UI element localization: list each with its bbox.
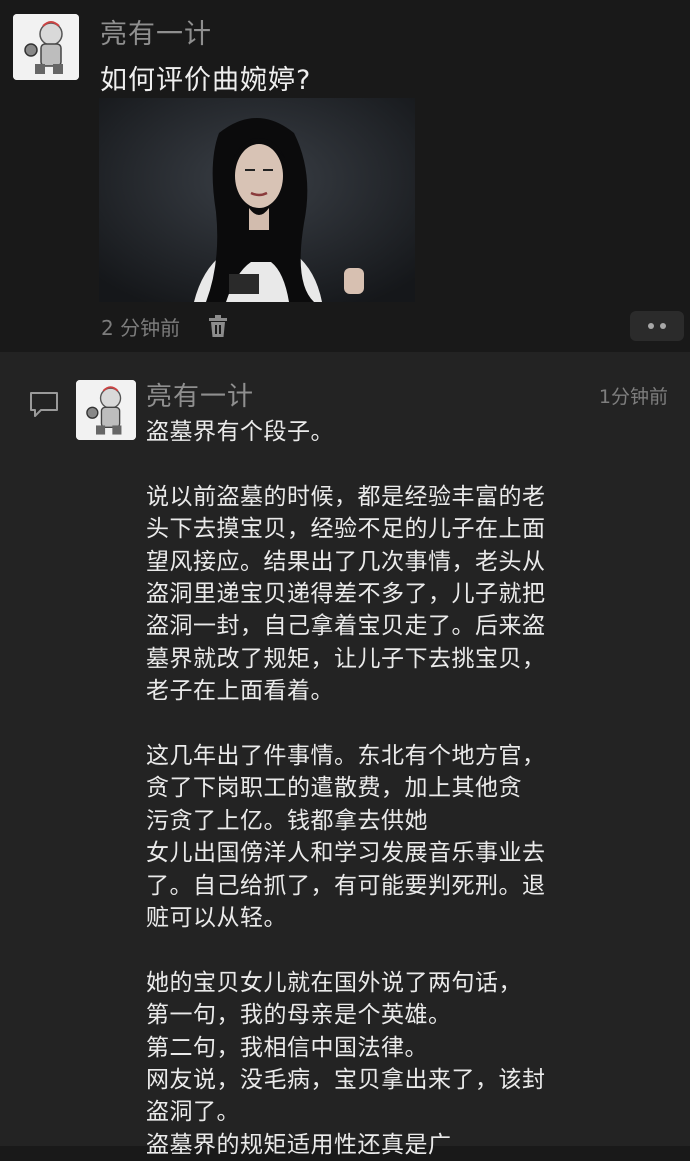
- comment-bubble-icon: [30, 392, 58, 417]
- comment-line: 盗墓界有个段子。: [146, 419, 334, 445]
- comment-line: 第一句，我的母亲是个英雄。: [146, 1002, 452, 1029]
- comment-line: 墓界就改了规矩，让儿子下去挑宝贝，: [146, 645, 546, 672]
- comment-line: 盗洞了。: [146, 1099, 240, 1126]
- comment-author-name[interactable]: 亮有一计: [146, 376, 254, 413]
- comment-line: 头下去摸宝贝，经验不足的儿子在上面: [146, 516, 546, 543]
- comment-line: 贪了下岗职工的遣散费，加上其他贪: [146, 775, 522, 802]
- post-card: 亮有一计 如何评价曲婉婷? 2 分钟前: [0, 0, 690, 352]
- comment-line: 污贪了上亿。钱都拿去供她: [146, 807, 428, 834]
- comment-timestamp: 1分钟前: [598, 386, 668, 408]
- comment-line: 网友说，没毛病，宝贝拿出来了，该封: [146, 1067, 546, 1094]
- post-author-name[interactable]: 亮有一计: [100, 12, 212, 51]
- more-button[interactable]: [630, 311, 684, 341]
- comment-line: 望风接应。结果出了几次事情，老头从: [146, 548, 546, 575]
- comment-body: 盗墓界有个段子。说以前盗墓的时候，都是经验丰富的老 头下去摸宝贝，经验不足的儿子在…: [146, 416, 616, 1161]
- avatar-cartoon-icon: [76, 380, 136, 440]
- comment-line: 了。自己给抓了，有可能要判死刑。退: [146, 872, 546, 899]
- comment-avatar[interactable]: [76, 380, 136, 440]
- comment-line: 盗洞里递宝贝递得差不多了，儿子就把: [146, 581, 546, 608]
- trash-icon[interactable]: [207, 314, 229, 338]
- comment-line: 盗洞一封，自己拿着宝贝走了。后来盗: [146, 613, 546, 640]
- post-text: 如何评价曲婉婷?: [100, 65, 312, 96]
- comment-section: 亮有一计 1分钟前 盗墓界有个段子。说以前盗墓的时候，都是经验丰富的老 头下去摸宝…: [0, 352, 690, 1158]
- post-timestamp: 2 分钟前: [101, 316, 181, 340]
- post-photo[interactable]: [99, 98, 415, 302]
- more-dot-icon: [660, 323, 666, 329]
- comment-line: 她的宝贝女儿就在国外说了两句话，: [146, 969, 522, 996]
- avatar-cartoon-icon: [13, 14, 79, 80]
- comment-line: 这几年出了件事情。东北有个地方官，: [146, 743, 546, 770]
- comment-line: 盗墓界的规矩适用性还真是广: [146, 1131, 452, 1158]
- comment-line: 老子在上面看着。: [146, 678, 334, 705]
- comment-line: 赃可以从轻。: [146, 905, 287, 932]
- portrait-photo: [99, 98, 415, 302]
- comment-line: 说以前盗墓的时候，都是经验丰富的老: [146, 483, 546, 510]
- comment-line: 第二句，我相信中国法律。: [146, 1034, 428, 1061]
- comment-line: 女儿出国傍洋人和学习发展音乐事业去: [146, 840, 546, 867]
- post-avatar[interactable]: [13, 14, 79, 80]
- more-dot-icon: [648, 323, 654, 329]
